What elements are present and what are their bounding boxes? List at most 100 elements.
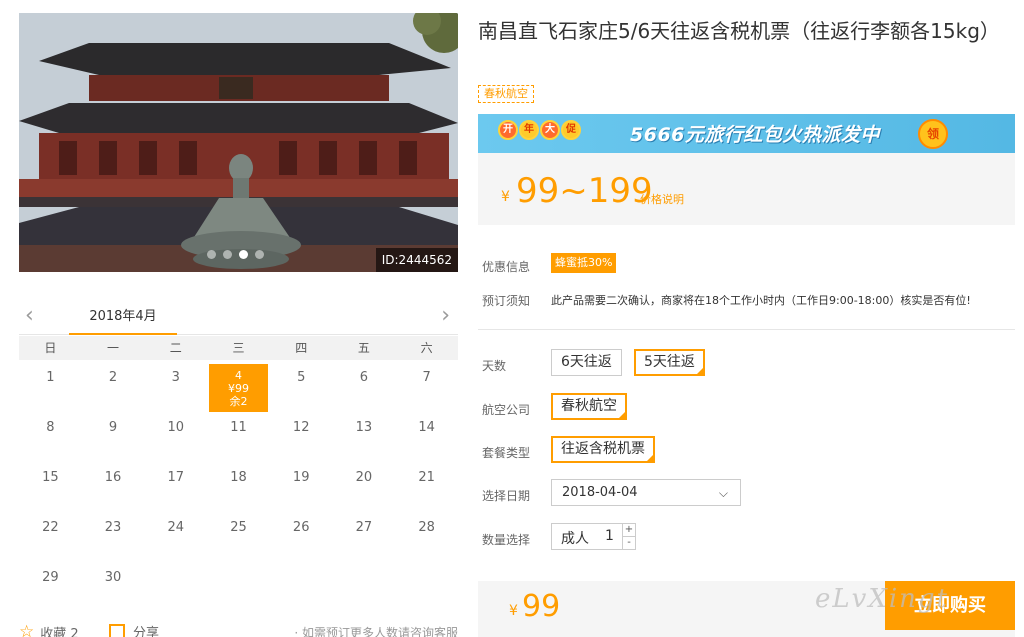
weekday-label: 四 (295, 341, 308, 355)
airline-option-selected[interactable]: 春秋航空 (551, 393, 627, 420)
calendar-day: 24 (167, 520, 185, 535)
weekday-label: 三 (232, 341, 245, 355)
calendar-month-tab[interactable]: 2018年4月 (69, 300, 177, 335)
calendar-day: 6 (359, 370, 369, 385)
image-id-label: ID:2444562 (375, 248, 458, 272)
date-select[interactable]: 2018-04-04 ⌵ (551, 479, 741, 506)
package-option-selected[interactable]: 往返含税机票 (551, 436, 655, 463)
calendar-day: 14 (418, 420, 435, 435)
gallery-dot[interactable] (207, 250, 216, 259)
buy-now-button[interactable]: 立即购买 (885, 581, 1015, 630)
calendar-day: 22 (42, 520, 59, 535)
consult-link[interactable]: · 如需预订更多人数请咨询客服 (294, 624, 458, 637)
buy-bar: ¥ 99 立即购买 (478, 581, 1015, 637)
selected-day-number: 4 (234, 369, 242, 382)
quantity-stepper[interactable]: 成人 1 + - (551, 523, 636, 550)
package-option-row: 套餐类型 往返含税机票 (482, 436, 1012, 464)
calendar-day: 10 (167, 420, 185, 435)
total-price: 99 (522, 589, 561, 624)
booking-notice-row: 预订须知 此产品需要二次确认，商家将在18个工作小时内（工作日9:00-18:0… (482, 292, 1012, 312)
chevron-right-icon[interactable]: › (441, 304, 450, 328)
calendar-day: 3 (171, 370, 180, 385)
calendar-day: 29 (42, 570, 59, 585)
date-select-value: 2018-04-04 (562, 485, 638, 500)
calendar-day-selected[interactable]: 4 ¥99 余2 (208, 364, 268, 412)
days-option-6[interactable]: 6天往返 (551, 349, 622, 376)
favorite-label: 收藏 2 (40, 626, 79, 637)
discount-row: 优惠信息 蜂蜜抵30% (482, 253, 1012, 278)
weekday-label: 一 (107, 341, 120, 355)
product-image-gallery[interactable]: ID:2444562 (19, 13, 458, 272)
calendar-day: 25 (230, 520, 247, 535)
weekday-label: 五 (357, 341, 370, 355)
calendar-day: 5 (297, 370, 306, 385)
chevron-down-icon: ⌵ (718, 486, 728, 500)
days-option-row: 天数 6天往返 5天往返 (482, 349, 1012, 377)
weekday-label: 二 (169, 341, 182, 355)
temple-photo (19, 13, 458, 272)
total-currency-symbol: ¥ (509, 603, 518, 619)
package-label: 套餐类型 (482, 446, 531, 460)
product-title: 南昌直飞石家庄5/6天往返含税机票（往返行李额各15kg） (478, 19, 1000, 43)
share-button[interactable]: 分享 (109, 622, 159, 637)
share-label: 分享 (133, 626, 160, 637)
calendar-day: 12 (292, 420, 310, 435)
booking-notice-text: 此产品需要二次确认，商家将在18个工作小时内（工作日9:00-18:00）核实是… (551, 294, 971, 307)
booking-notice-label: 预订须知 (482, 294, 531, 308)
airline-option-row: 航空公司 春秋航空 (482, 393, 1012, 421)
days-label: 天数 (482, 359, 507, 373)
chevron-left-icon[interactable]: ‹ (25, 304, 34, 328)
calendar-day: 27 (355, 520, 373, 535)
price-explanation-link[interactable]: 价格说明 (640, 191, 684, 207)
quantity-value[interactable]: 1 (605, 528, 614, 544)
gallery-dot-active[interactable] (239, 250, 248, 259)
promo-tag: 开 年 大 促 (498, 120, 581, 140)
calendar-day: 15 (42, 470, 59, 485)
weekday-label: 日 (44, 341, 57, 355)
quantity-label: 数量选择 (482, 533, 531, 547)
calendar-day: 11 (230, 420, 247, 435)
airline-label: 航空公司 (482, 403, 531, 417)
calendar-grid: 1 2 3 4 ¥99 余2 5 6 7 8 9 10 11 12 13 14 … (19, 364, 458, 614)
selected-day-remaining: 余2 (229, 395, 248, 408)
bottom-actions: ☆ 收藏 2 分享 · 如需预订更多人数请咨询客服 (19, 622, 458, 637)
airline-brand-tag: 春秋航空 (478, 85, 534, 103)
calendar-day: 26 (292, 520, 310, 535)
calendar-day: 21 (418, 470, 435, 485)
date-label: 选择日期 (482, 489, 531, 503)
selected-day-price: ¥99 (227, 382, 249, 395)
promo-banner[interactable]: 开 年 大 促 5666元旅行红包火热派发中 领 (478, 114, 1015, 153)
calendar-nav: ‹ 2018年4月 › (19, 300, 458, 335)
gallery-dot[interactable] (223, 250, 232, 259)
calendar-day: 30 (104, 570, 122, 585)
calendar-day: 18 (230, 470, 247, 485)
discount-badge: 蜂蜜抵30% (551, 253, 617, 273)
gallery-dots (207, 250, 264, 259)
quantity-row: 数量选择 成人 1 + - (482, 523, 1012, 551)
price-range: 99~199 (516, 171, 653, 211)
quantity-decrement-button[interactable]: - (622, 537, 635, 550)
calendar-day: 19 (292, 470, 310, 485)
calendar-day: 28 (418, 520, 435, 535)
gallery-dot[interactable] (255, 250, 264, 259)
share-icon (109, 623, 125, 637)
days-option-5-selected[interactable]: 5天往返 (634, 349, 705, 376)
promo-tag-char: 大 (540, 120, 560, 140)
favorite-button[interactable]: ☆ 收藏 2 (19, 622, 79, 637)
weekday-label: 六 (420, 341, 433, 355)
calendar-day: 1 (46, 370, 55, 385)
claim-coin-icon[interactable]: 领 (918, 119, 948, 149)
date-option-row: 选择日期 2018-04-04 ⌵ (482, 479, 1012, 507)
discount-label: 优惠信息 (482, 260, 531, 274)
section-divider (478, 329, 1015, 330)
currency-symbol: ¥ (501, 189, 510, 205)
calendar-day: 2 (108, 370, 118, 385)
price-box: ¥ 99~199 价格说明 (478, 153, 1015, 225)
star-icon: ☆ (19, 622, 35, 637)
calendar-day: 9 (108, 420, 118, 435)
calendar-day: 8 (46, 420, 55, 435)
calendar-day: 23 (104, 520, 122, 535)
calendar-day: 20 (355, 470, 373, 485)
quantity-increment-button[interactable]: + (622, 524, 635, 537)
promo-tag-char: 促 (561, 120, 581, 140)
